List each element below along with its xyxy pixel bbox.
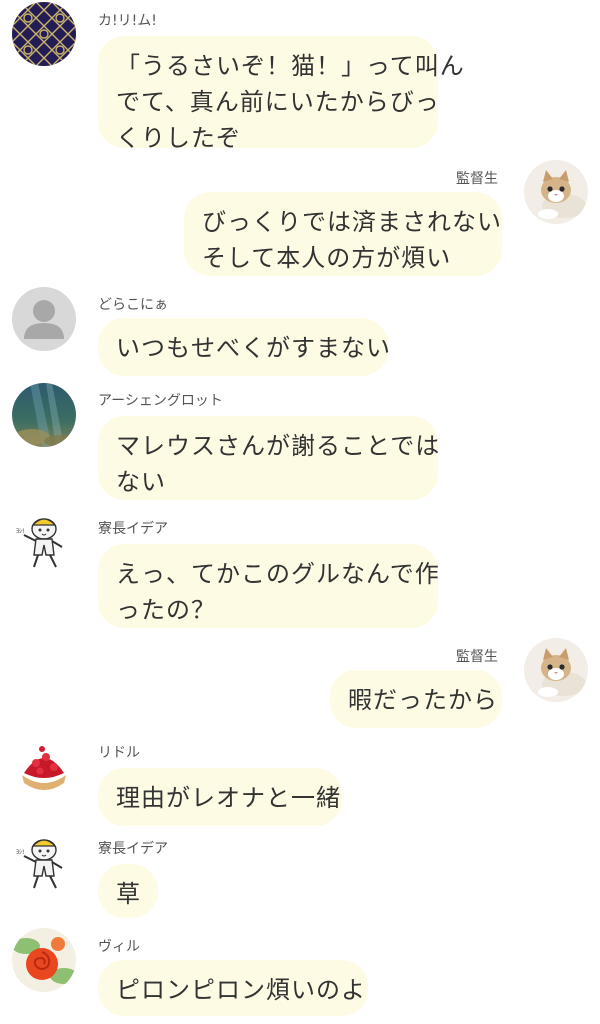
sender-name: ヴィル [98, 939, 140, 955]
message-text: くりしたぞ [116, 124, 241, 152]
message-text: 草 [116, 880, 141, 908]
message-text: 理由がレオナと一緒 [116, 784, 341, 812]
kitten-avatar-icon[interactable] [524, 160, 588, 224]
strawberry-tart-avatar-icon[interactable] [12, 733, 76, 797]
message-bubble[interactable]: びっくりでは済まされない そして本人の方が煩い [184, 192, 502, 276]
message-bubble[interactable]: いつもせべくがすまない [98, 318, 391, 376]
sender-name: 監督生 [456, 649, 498, 665]
message-text: ったの？ [116, 596, 216, 624]
rose-avatar-icon[interactable] [12, 928, 76, 992]
message-text: マレウスさんが謝ることでは [116, 432, 441, 460]
svg-text:ﾖｼ!: ﾖｼ! [16, 849, 24, 856]
sender-name: 寮長イデア [98, 521, 168, 537]
sender-name: 監督生 [456, 171, 498, 187]
sender-name: アーシェングロット [98, 393, 223, 409]
default-user-avatar-icon[interactable] [12, 287, 76, 351]
geometric-pattern-avatar-icon[interactable] [12, 2, 76, 66]
underwater-avatar-icon[interactable] [12, 383, 76, 447]
message-bubble[interactable]: マレウスさんが謝ることでは ない [98, 416, 441, 500]
svg-text:ﾖｼ!: ﾖｼ! [16, 528, 24, 535]
message-bubble[interactable]: 「うるさいぞ！猫！」って叫ん でて、真ん前にいたからびっ くりしたぞ [98, 36, 465, 152]
message-bubble[interactable]: ピロンピロン煩いのよ [98, 960, 368, 1016]
message-bubble[interactable]: 草 [98, 864, 158, 918]
sender-name: カ!リ!ム! [98, 13, 157, 29]
message-text: そして本人の方が煩い [202, 244, 452, 272]
sender-name: 寮長イデア [98, 841, 168, 857]
message-text: ない [116, 468, 166, 496]
message-bubble[interactable]: 理由がレオナと一緒 [98, 768, 342, 826]
cat-worker-avatar-icon[interactable]: ﾖｼ! [12, 509, 76, 573]
kitten-avatar-icon[interactable] [524, 638, 588, 702]
message-text: びっくりでは済まされない [202, 208, 502, 236]
sender-name: リドル [98, 745, 140, 761]
message-text: えっ、てかこのグルなんで作 [116, 560, 440, 588]
message-text: いつもせべくがすまない [116, 334, 391, 362]
message-bubble[interactable]: えっ、てかこのグルなんで作 ったの？ [98, 544, 440, 628]
message-text: 「うるさいぞ！猫！」って叫ん [116, 52, 465, 80]
message-text: でて、真ん前にいたからびっ [116, 88, 440, 116]
cat-worker-avatar-icon[interactable]: ﾖｼ! [12, 830, 76, 894]
message-bubble[interactable]: 暇だったから [330, 670, 502, 728]
sender-name: どらこにぁ [98, 297, 168, 313]
message-text: 暇だったから [348, 686, 498, 714]
message-text: ピロンピロン煩いのよ [116, 976, 366, 1004]
